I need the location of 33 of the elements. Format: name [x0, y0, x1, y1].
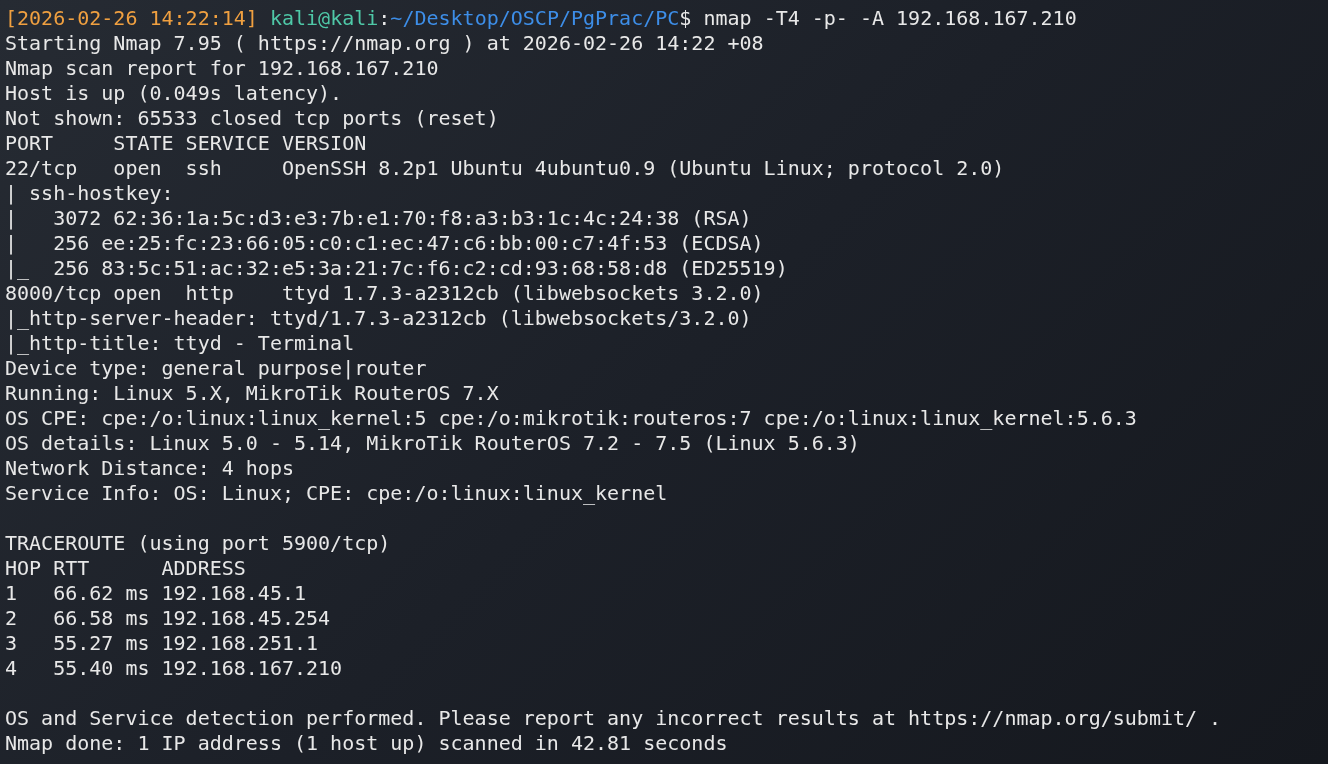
output-line: Nmap done: 1 IP address (1 host up) scanned in 42.81 seconds [5, 731, 729, 756]
prompt-path: ~/Desktop/OSCP/PgPrac/PC [390, 6, 680, 31]
output-line: 1 66.62 ms 192.168.45.1 [5, 581, 308, 606]
output-line: Host is up (0.049s latency). [5, 81, 344, 106]
prompt-separator: : [378, 6, 391, 31]
prompt-user-host: kali@kali [269, 6, 379, 31]
output-line: Service Info: OS: Linux; CPE: cpe:/o:linux:linux_kernel [5, 481, 669, 506]
output-line: Running: Linux 5.X, MikroTik RouterOS 7.X [5, 381, 500, 406]
output-line: 8000/tcp open http ttyd 1.7.3-a2312cb (libwebsockets 3.2.0) [5, 281, 765, 306]
output-line: 3 55.27 ms 192.168.251.1 [5, 631, 320, 656]
output-line: OS CPE: cpe:/o:linux:linux_kernel:5 cpe:/o:mikrotik:routeros:7 cpe:/o:linux:linux_kernel:5.6.3 [5, 406, 1138, 431]
output-line: Not shown: 65533 closed tcp ports (reset) [5, 106, 500, 131]
output-line: 4 55.40 ms 192.168.167.210 [5, 656, 344, 681]
output-line: |_http-server-header: ttyd/1.7.3-a2312cb (libwebsockets/3.2.0) [5, 306, 753, 331]
output-line: Starting Nmap 7.95 ( https://nmap.org ) at 2026-02-26 14:22 +08 [5, 31, 765, 56]
output-line: Network Distance: 4 hops [5, 456, 295, 481]
output-line: Device type: general purpose|router [5, 356, 428, 381]
output-line: 22/tcp open ssh OpenSSH 8.2p1 Ubuntu 4ubuntu0.9 (Ubuntu Linux; protocol 2.0) [5, 156, 1006, 181]
output-line: |_http-title: ttyd - Terminal [5, 331, 356, 356]
output-line: | 3072 62:36:1a:5c:d3:e3:7b:e1:70:f8:a3:b3:1c:4c:24:38 (RSA) [5, 206, 753, 231]
output-line: OS details: Linux 5.0 - 5.14, MikroTik RouterOS 7.2 - 7.5 (Linux 5.6.3) [5, 431, 861, 456]
output-line: 2 66.58 ms 192.168.45.254 [5, 606, 332, 631]
command-text: nmap -T4 -p- -A 192.168.167.210 [703, 6, 1077, 31]
output-line: | 256 ee:25:fc:23:66:05:c0:c1:ec:47:c6:bb:00:c7:4f:53 (ECDSA) [5, 231, 765, 256]
prompt-timestamp: [2026-02-26 14:22:14] [5, 6, 258, 31]
output-line: | ssh-hostkey: [5, 181, 175, 206]
output-line: PORT STATE SERVICE VERSION [5, 131, 368, 156]
output-line: HOP RTT ADDRESS [5, 556, 247, 581]
output-line: |_ 256 83:5c:51:ac:32:e5:3a:21:7c:f6:c2:cd:93:68:58:d8 (ED25519) [5, 256, 789, 281]
output-line: TRACEROUTE (using port 5900/tcp) [5, 531, 392, 556]
output-line: Nmap scan report for 192.168.167.210 [5, 56, 440, 81]
prompt-symbol: $ [679, 6, 692, 31]
output-line: OS and Service detection performed. Please report any incorrect results at https://nmap.org/submit/ . [5, 706, 1223, 731]
